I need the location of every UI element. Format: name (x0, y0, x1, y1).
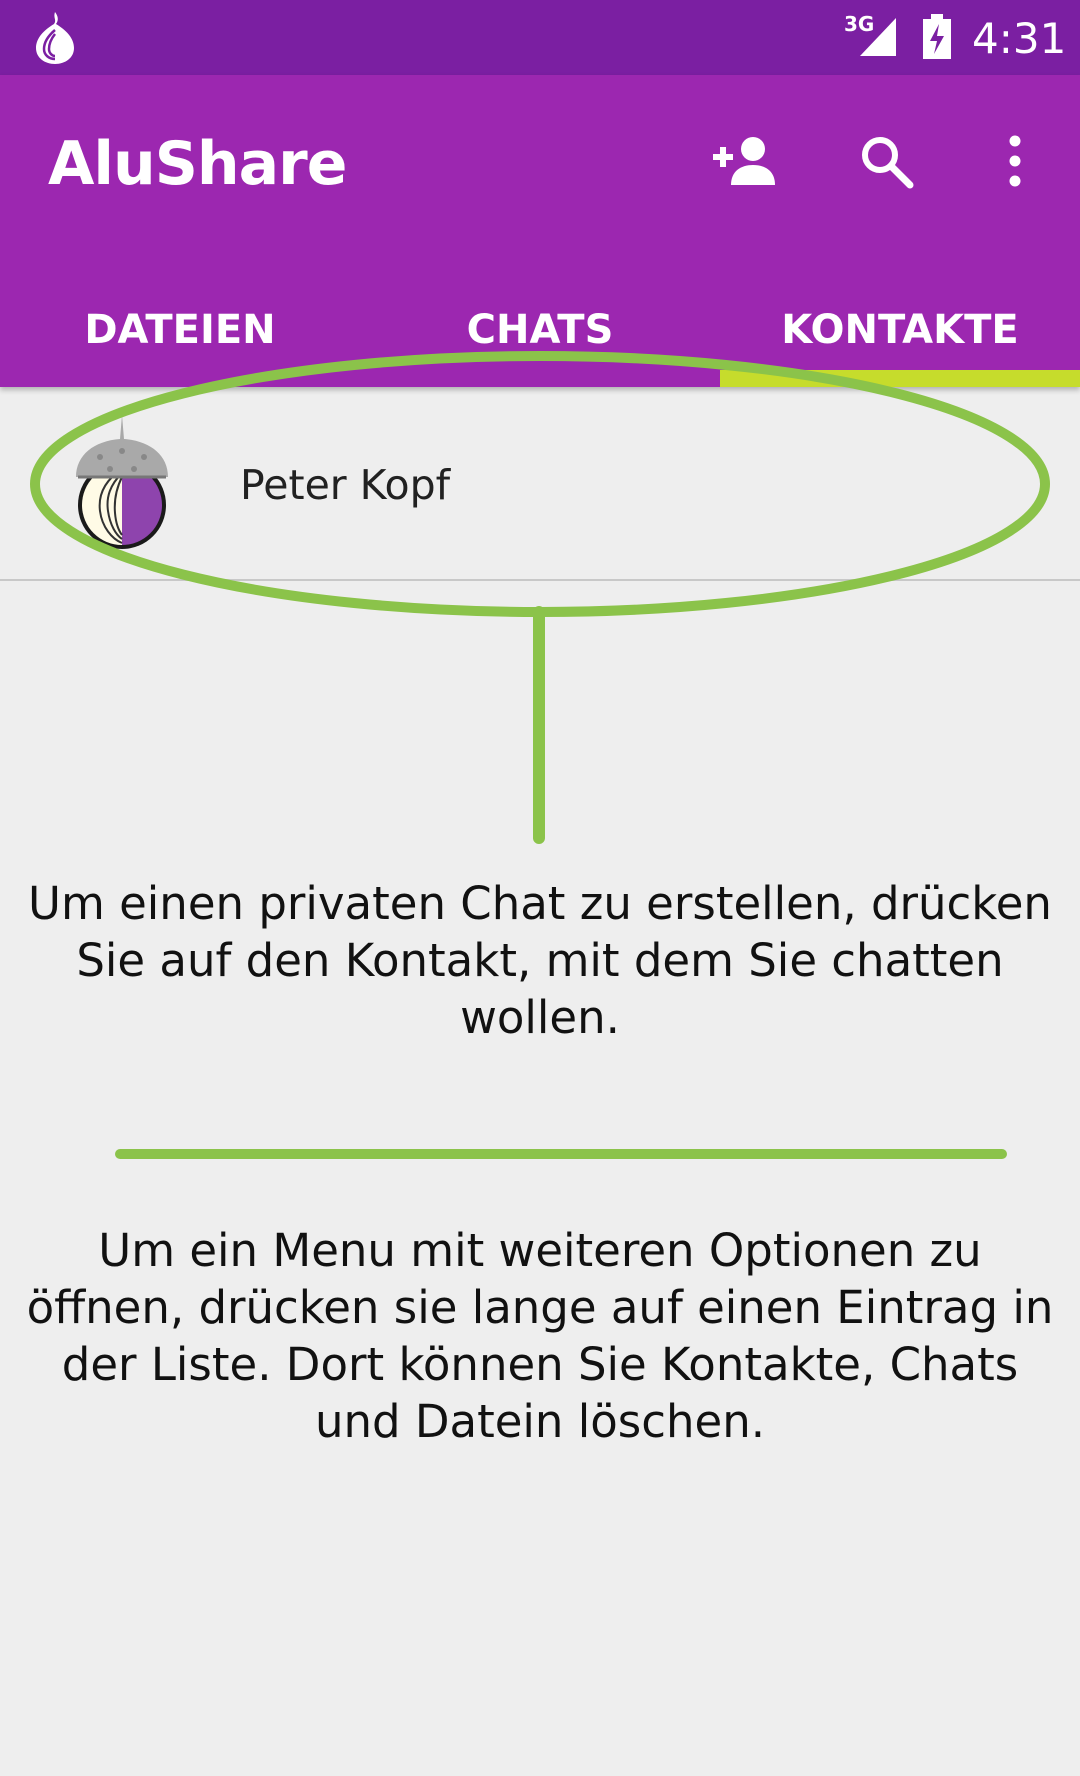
tor-onion-icon (36, 12, 74, 64)
add-contact-button[interactable] (704, 121, 784, 201)
hint-create-chat: Um einen privaten Chat zu erstellen, drü… (28, 877, 1052, 1044)
search-button[interactable] (846, 121, 926, 201)
tab-dateien[interactable]: DATEIEN (0, 285, 360, 387)
tab-chats[interactable]: CHATS (360, 285, 720, 387)
app-title: AluShare (48, 129, 347, 199)
search-icon (862, 137, 914, 189)
more-options-button[interactable] (975, 121, 1055, 201)
status-bar: 3G 4:31 (0, 0, 1080, 75)
tab-bar: DATEIEN CHATS KONTAKTE (0, 285, 1080, 387)
hint-long-press-menu: Um ein Menu mit weiteren Optionen zu öff… (26, 1224, 1054, 1448)
app-bar: AluShare DATEIEN CHATS KONTAKTE (0, 75, 1080, 387)
tab-kontakte[interactable]: KONTAKTE (720, 285, 1080, 387)
add-contact-icon (713, 137, 775, 185)
tor-onion-acorn-avatar (76, 415, 168, 549)
contact-name: Peter Kopf (240, 461, 451, 509)
clock: 4:31 (972, 14, 1067, 63)
cell-signal-icon (860, 18, 896, 56)
contact-list-item[interactable]: Peter Kopf (0, 387, 1080, 581)
more-options-icon (1009, 135, 1021, 187)
battery-charging-icon (923, 14, 951, 59)
